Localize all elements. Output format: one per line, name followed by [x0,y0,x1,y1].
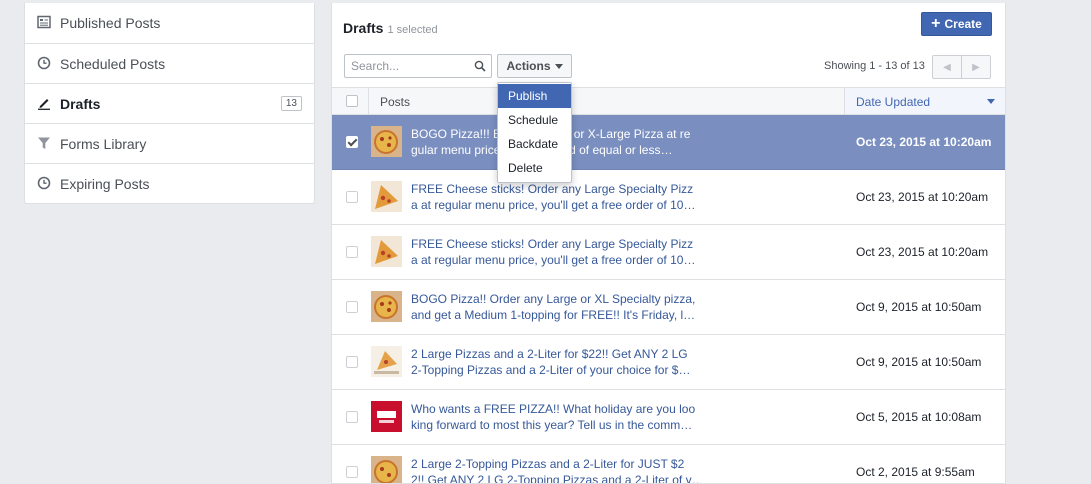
clock-icon [37,176,51,190]
menu-item-backdate[interactable]: Backdate [498,132,571,156]
post-preview[interactable]: 2 Large Pizzas and a 2-Liter for $22!! G… [411,346,701,378]
menu-item-delete[interactable]: Delete [498,156,571,180]
post-text-line: Who wants a FREE PIZZA!! What holiday ar… [411,402,696,416]
row-checkbox[interactable] [346,246,358,258]
brand-logo-thumbnail [371,401,402,432]
sidebar: Published Posts Scheduled Posts Drafts 1… [24,3,315,204]
sidebar-item-label: Published Posts [60,15,161,31]
select-all-checkbox[interactable] [346,95,358,107]
date-updated: Oct 23, 2015 at 10:20am [856,190,989,204]
post-text-line: king forward to most this year? Tell us … [411,418,693,432]
create-button[interactable]: + Create [921,12,992,36]
pizza-thumbnail [371,291,402,322]
date-updated: Oct 23, 2015 at 10:20am [856,135,992,149]
row-checkbox[interactable] [346,191,358,203]
post-preview[interactable]: FREE Cheese sticks! Order any Large Spec… [411,181,701,213]
search-box [344,54,492,78]
post-text-line: a at regular menu price, you'll get a fr… [411,253,696,267]
menu-item-schedule[interactable]: Schedule [498,108,571,132]
post-text-line: 2!! Get ANY 2 LG 2-Topping Pizzas and a … [411,473,701,484]
sidebar-item-label: Drafts [60,95,101,112]
sidebar-item-published-posts[interactable]: Published Posts [25,3,314,43]
page-title-text: Drafts [343,20,384,36]
sidebar-item-label: Forms Library [60,135,147,152]
column-header-posts[interactable]: Posts [380,95,410,109]
pencil-icon [38,99,50,110]
plus-icon: + [931,15,941,32]
date-updated: Oct 9, 2015 at 10:50am [856,300,982,314]
drafts-panel: Drafts1 selected +Create Actions Showing… [331,3,1006,484]
post-preview[interactable]: Who wants a FREE PIZZA!! What holiday ar… [411,401,701,433]
date-updated: Oct 9, 2015 at 10:50am [856,355,982,369]
pagination-status: Showing 1 - 13 of 13 [824,60,925,72]
table-row[interactable]: FREE Cheese sticks! Order any Large Spec… [332,170,1005,225]
published-posts-icon [37,15,51,29]
column-divider [368,88,369,114]
post-text-line: 2-Topping Pizzas and a 2-Liter of your c… [411,363,691,377]
post-text-line: 2 Large 2-Topping Pizzas and a 2-Liter f… [411,457,685,471]
row-checkbox[interactable] [346,411,358,423]
date-updated: Oct 5, 2015 at 10:08am [856,410,982,424]
post-text-line: BOGO Pizza!! Order any Large or XL Speci… [411,292,696,306]
create-button-label: Create [944,17,982,31]
next-page-button[interactable]: ▶ [962,56,990,78]
sidebar-item-label: Scheduled Posts [60,55,166,72]
post-text-line: and get a Medium 1-topping for FREE!! It… [411,308,696,322]
menu-item-publish[interactable]: Publish [498,84,571,108]
search-icon[interactable] [474,60,486,72]
filter-icon [38,137,50,149]
table-row[interactable]: BOGO Pizza!!! Buy any Large or X-Large P… [332,115,1005,170]
table-header: Posts Date Updated [332,87,1005,115]
pizza-slice-thumbnail [371,346,402,377]
pagination-controls: ◀ ▶ [932,55,991,79]
sidebar-item-expiring-posts[interactable]: Expiring Posts [25,163,314,203]
row-checkbox[interactable] [346,466,358,478]
date-updated: Oct 23, 2015 at 10:20am [856,245,989,259]
column-header-date-updated[interactable]: Date Updated [844,88,1005,114]
search-input[interactable] [351,56,469,76]
page-title: Drafts 1 selected [343,20,438,36]
post-preview[interactable]: BOGO Pizza!! Order any Large or XL Speci… [411,291,701,323]
panel-header: Drafts 1 selected + Create [332,3,1005,45]
column-header-date-label: Date Updated [856,95,931,109]
post-text-line: 2 Large Pizzas and a 2-Liter for $22!! G… [411,347,688,361]
table-row[interactable]: 2 Large 2-Topping Pizzas and a 2-Liter f… [332,445,1005,484]
post-text-line: FREE Cheese sticks! Order any Large Spec… [411,237,694,251]
sidebar-item-label: Expiring Posts [60,175,150,192]
table-row[interactable]: Who wants a FREE PIZZA!! What holiday ar… [332,390,1005,445]
actions-label: Actions [506,59,551,73]
pizza-thumbnail [371,236,402,267]
table-row[interactable]: 2 Large Pizzas and a 2-Liter for $22!! G… [332,335,1005,390]
table-row[interactable]: FREE Cheese sticks! Order any Large Spec… [332,225,1005,280]
post-text-line: FREE Cheese sticks! Order any Large Spec… [411,182,694,196]
drafts-count-badge: 13 [280,96,302,111]
row-checkbox[interactable] [346,136,358,148]
date-updated: Oct 2, 2015 at 9:55am [856,465,975,479]
post-text-line: a at regular menu price, you'll get a fr… [411,198,696,212]
sort-descending-icon [987,99,995,104]
pizza-thumbnail [371,126,402,157]
pizza-thumbnail [371,181,402,212]
selection-count: 1 selected [387,24,438,36]
row-checkbox[interactable] [346,301,358,313]
sidebar-item-drafts[interactable]: Drafts 13 [25,83,314,123]
chevron-down-icon [554,64,563,69]
previous-page-button[interactable]: ◀ [933,56,962,78]
actions-menu: Publish Schedule Backdate Delete [497,82,572,183]
post-preview[interactable]: FREE Cheese sticks! Order any Large Spec… [411,236,701,268]
column-divider [844,88,845,114]
sidebar-item-scheduled-posts[interactable]: Scheduled Posts [25,43,314,83]
sidebar-item-forms-library[interactable]: Forms Library [25,123,314,163]
clock-icon [37,56,51,70]
row-checkbox[interactable] [346,356,358,368]
actions-dropdown-button[interactable]: Actions [497,54,572,78]
table-row[interactable]: BOGO Pizza!! Order any Large or XL Speci… [332,280,1005,335]
